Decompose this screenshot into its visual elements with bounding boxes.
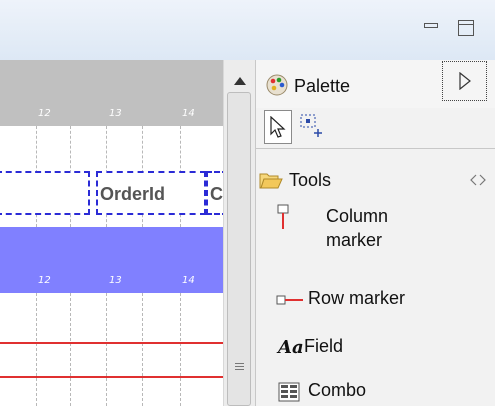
ruler-tick: 12 (38, 275, 51, 286)
grid-line (36, 293, 38, 406)
collapse-section-icon[interactable] (470, 174, 486, 186)
palette-item-label: marker (326, 230, 383, 250)
maximize-icon (458, 20, 474, 36)
grip-icon (235, 363, 244, 370)
palette-section-tools[interactable]: Tools (256, 158, 495, 198)
palette-item-label: Field (304, 336, 344, 356)
row-marker-line[interactable] (0, 376, 223, 378)
ruler-top: 12 13 14 (0, 60, 223, 126)
palette-section-label: Tools (289, 170, 332, 190)
ruler-section-band: 12 13 14 (0, 227, 223, 293)
minimize-icon (424, 23, 438, 28)
partial-field-box[interactable]: C (206, 171, 223, 215)
palette-item-row-marker[interactable]: Row marker (256, 284, 495, 316)
vertical-scrollbar[interactable] (223, 60, 256, 406)
orderid-field-label: OrderId (100, 184, 166, 204)
palette-item-label: Combo (308, 380, 367, 400)
row-marker-icon (276, 295, 303, 305)
cursor-arrow-icon (270, 116, 286, 138)
ruler-tick: 12 (38, 108, 51, 119)
partial-field-label: C (210, 184, 223, 204)
orderid-field-box[interactable]: OrderId (96, 171, 206, 215)
grid-line (180, 293, 182, 406)
palette-item-field[interactable]: Aa Field (256, 332, 495, 364)
palette-item-combo[interactable]: Combo (256, 376, 495, 406)
ruler-tick: 13 (109, 275, 122, 286)
ruler-tick: 13 (109, 108, 122, 119)
scroll-up-arrow-icon[interactable] (233, 76, 247, 86)
ruler-tick: 14 (182, 275, 195, 286)
select-tool-button[interactable] (264, 110, 292, 144)
palette-toolbar (256, 108, 495, 149)
report-field-box[interactable] (0, 171, 90, 215)
combo-icon (278, 382, 300, 402)
palette-icon (266, 74, 288, 96)
palette-header: Palette (256, 60, 495, 108)
row-marker-line[interactable] (0, 342, 223, 344)
palette-item-column-marker[interactable]: Column marker (256, 200, 495, 262)
column-marker-icon (277, 204, 289, 229)
folder-open-icon (259, 173, 283, 189)
report-design-canvas[interactable]: 12 13 14 OrderId C 12 13 14 (0, 60, 223, 406)
maximize-button[interactable] (455, 17, 479, 41)
palette-collapse-button[interactable] (442, 61, 487, 101)
title-bar (0, 0, 495, 61)
grid-line (70, 293, 72, 406)
marquee-select-icon (300, 114, 322, 137)
palette-title: Palette (294, 76, 351, 96)
palette-item-label: Row marker (308, 288, 406, 308)
triangle-right-icon (459, 72, 471, 90)
grid-line (106, 293, 108, 406)
ruler-tick: 14 (182, 108, 195, 119)
field-icon: Aa (278, 337, 304, 358)
scroll-thumb[interactable] (227, 92, 251, 406)
marquee-tool-button[interactable] (298, 112, 324, 142)
grid-line (142, 293, 144, 406)
palette-panel: Palette Tools Column marker Row marker A… (255, 60, 495, 406)
palette-item-label: Column (326, 206, 389, 226)
minimize-button[interactable] (420, 17, 444, 41)
